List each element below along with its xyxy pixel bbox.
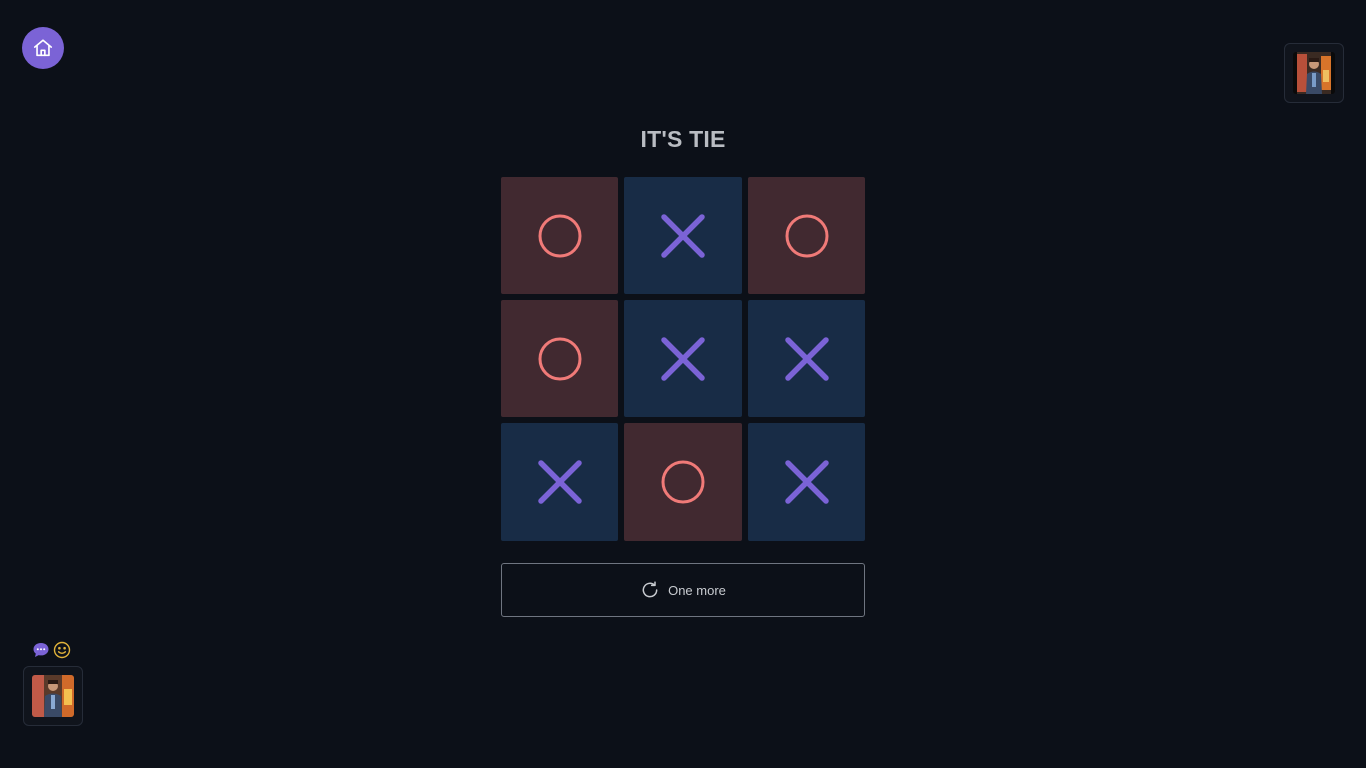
o-mark-icon <box>538 337 581 380</box>
o-mark-icon <box>785 214 828 257</box>
player-avatar <box>32 675 74 717</box>
board-cell[interactable] <box>624 300 742 417</box>
one-more-label: One more <box>668 582 726 598</box>
board-cell[interactable] <box>501 177 618 294</box>
chat-bubble-icon <box>33 643 49 657</box>
opponent-avatar-card <box>1284 43 1344 103</box>
player-avatar-card <box>23 666 83 726</box>
emoji-button[interactable] <box>53 641 71 659</box>
x-mark-icon <box>784 336 829 381</box>
game-status-title: IT'S TIE <box>640 126 726 152</box>
board-cell[interactable] <box>501 423 618 541</box>
o-mark-icon <box>538 214 581 257</box>
x-mark-icon <box>537 460 582 504</box>
x-mark-icon <box>784 460 829 504</box>
game-board <box>501 177 865 541</box>
opponent-avatar <box>1293 52 1335 94</box>
chat-button[interactable] <box>32 641 50 659</box>
home-icon <box>33 39 53 57</box>
board-cell[interactable] <box>748 423 865 541</box>
board-cell[interactable] <box>501 300 618 417</box>
game-screen: IT'S TIE One more <box>0 0 1366 768</box>
board-cell[interactable] <box>624 423 742 541</box>
x-mark-icon <box>661 213 705 258</box>
board-cell[interactable] <box>624 177 742 294</box>
one-more-button[interactable]: One more <box>501 563 865 617</box>
refresh-icon <box>642 581 658 598</box>
board-cell[interactable] <box>748 177 865 294</box>
o-mark-icon <box>661 460 705 504</box>
reactions-bar <box>32 641 71 659</box>
x-mark-icon <box>661 336 705 381</box>
board-cell[interactable] <box>748 300 865 417</box>
smiley-icon <box>53 641 71 659</box>
home-button[interactable] <box>22 27 64 69</box>
